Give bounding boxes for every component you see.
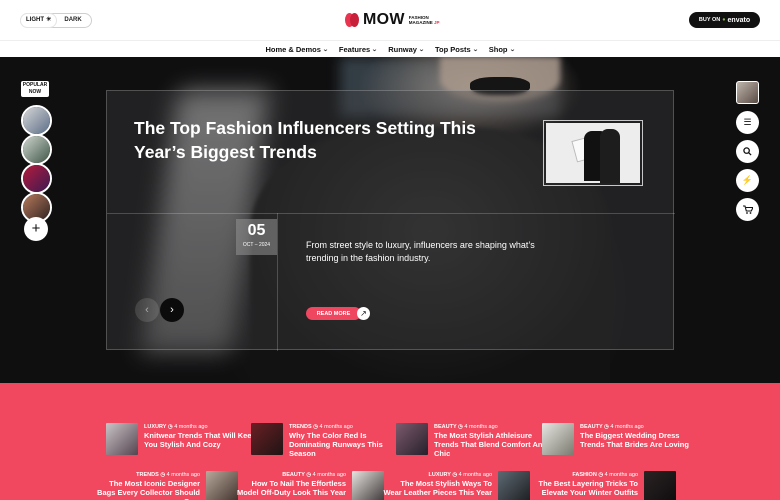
post-thumbnail[interactable] [644,471,676,500]
dark-mode-option[interactable]: DARK [56,14,89,27]
clock-icon: ◷ [313,424,318,430]
buy-label: BUY ON [698,17,721,23]
logo-mark-icon [345,13,359,27]
top-bar: LIGHT ☀ DARK MOW FASHION MAGAZINE JP BUY… [0,0,780,40]
post-thumbnail[interactable] [498,471,530,500]
menu-button[interactable]: ☰ [736,111,759,134]
chevron-down-icon: ⌄ [418,46,425,53]
post-card[interactable]: LUXURY ◷ 4 months ago Knitwear Trends Th… [106,423,264,455]
post-title[interactable]: The Most Stylish Athleisure Trends That … [434,431,554,458]
post-thumbnail[interactable] [352,471,384,500]
post-thumbnail[interactable] [206,471,238,500]
post-title[interactable]: How To Nail The Effortless Model Off-Dut… [236,479,346,497]
nav-item-shop[interactable]: Shop ⌄ [489,45,515,54]
clock-icon: ◷ [604,424,609,430]
post-card[interactable]: LUXURY ◷ 4 months ago The Most Stylish W… [382,471,530,500]
story-avatar[interactable] [21,163,52,194]
post-thumbnail[interactable] [251,423,283,455]
chevron-right-icon: › [170,304,174,316]
buy-on-envato-button[interactable]: BUY ON ● envato [689,12,760,28]
nav-item-features[interactable]: Features ⌄ [339,45,378,54]
post-title[interactable]: The Biggest Wedding Dress Trends That Br… [580,431,700,449]
date-day: 05 [247,222,266,239]
read-more-button[interactable]: READ MORE [306,307,361,320]
date-badge: 05 OCT – 2024 [236,219,277,255]
clock-icon: ◷ [598,472,604,478]
lightning-icon: ⚡ [741,175,754,185]
nav-item-home-demos[interactable]: Home & Demos ⌄ [265,45,329,54]
logo-text: MOW [363,11,405,28]
main-nav: Home & Demos ⌄ Features ⌄ Runway ⌄ Top Post… [0,40,780,57]
chevron-down-icon: ⌄ [472,46,479,53]
hero-description: From street style to luxury, influencers… [306,240,535,263]
post-card[interactable]: BEAUTY ◷ 4 months ago The Biggest Weddin… [542,423,700,455]
clock-icon: ◷ [167,424,173,430]
nav-item-runway[interactable]: Runway ⌄ [388,45,424,54]
post-title[interactable]: Knitwear Trends That Will Keep You Styli… [144,431,264,449]
chevron-left-icon: ‹ [145,304,149,316]
trending-posts-section: LUXURY ◷ 4 months ago Knitwear Trends Th… [0,383,780,500]
clock-icon: ◷ [160,472,166,478]
chevron-down-icon: ⌄ [322,46,329,53]
post-title[interactable]: The Best Layering Tricks To Elevate Your… [528,479,638,497]
post-card[interactable]: TRENDS ◷ 4 months ago The Most Iconic De… [90,471,238,500]
nav-item-top-posts[interactable]: Top Posts ⌄ [435,45,478,54]
post-card[interactable]: BEAUTY ◷ 4 months ago How To Nail The Ef… [236,471,384,500]
envato-brand: envato [727,16,751,24]
post-card[interactable]: TRENDS ◷ 4 months ago Why The Color Red … [251,423,409,458]
post-card[interactable]: BEAUTY ◷ 4 months ago The Most Stylish A… [396,423,554,458]
theme-toggle[interactable]: LIGHT ☀ DARK [20,13,92,28]
hero-title[interactable]: The Top Fashion Influencers Setting This… [134,116,514,164]
hero-thumbnail[interactable] [543,120,643,186]
clock-icon: ◷ [458,424,463,430]
search-icon [743,147,752,156]
post-title[interactable]: The Most Iconic Designer Bags Every Coll… [90,479,200,500]
flash-button[interactable]: ⚡ [736,169,759,192]
clock-icon: ◷ [306,472,312,478]
hero-card: The Top Fashion Influencers Setting This… [106,90,675,351]
arrow-up-right-icon[interactable]: ↗ [357,307,370,320]
envato-leaf-icon: ● [722,17,726,23]
post-thumbnail[interactable] [106,423,138,455]
post-card[interactable]: FASHION ◷ 4 months ago The Best Layering… [528,471,676,500]
post-title[interactable]: The Most Stylish Ways To Wear Leather Pi… [382,479,492,497]
clock-icon: ◷ [452,472,458,478]
sun-icon: ☀ [46,17,52,23]
logo-subtitle: FASHION MAGAZINE JP [408,15,440,25]
post-thumbnail[interactable] [542,423,574,455]
add-story-button[interactable]: + [24,217,48,241]
search-button[interactable] [736,140,759,163]
story-avatar[interactable] [21,105,52,136]
hero-slider: POPULAR NOW + ☰ ⚡ The Top Fashion Influe… [0,57,780,383]
hamburger-icon: ☰ [743,117,752,127]
slider-prev-button[interactable]: ‹ [135,298,159,322]
site-logo[interactable]: MOW FASHION MAGAZINE JP [345,11,440,29]
cart-button[interactable] [736,198,759,221]
user-avatar[interactable] [736,81,759,104]
light-mode-label: LIGHT [26,17,44,23]
story-avatar[interactable] [21,134,52,165]
slider-next-button[interactable]: › [160,298,184,322]
chevron-down-icon: ⌄ [371,46,378,53]
post-thumbnail[interactable] [396,423,428,455]
light-mode-option[interactable]: LIGHT ☀ [21,14,57,27]
chevron-down-icon: ⌄ [508,46,516,53]
date-month-year: OCT – 2024 [242,242,271,248]
popular-now-badge: POPULAR NOW [21,81,49,97]
post-title[interactable]: Why The Color Red Is Dominating Runways … [289,431,409,458]
cart-icon [742,205,753,214]
